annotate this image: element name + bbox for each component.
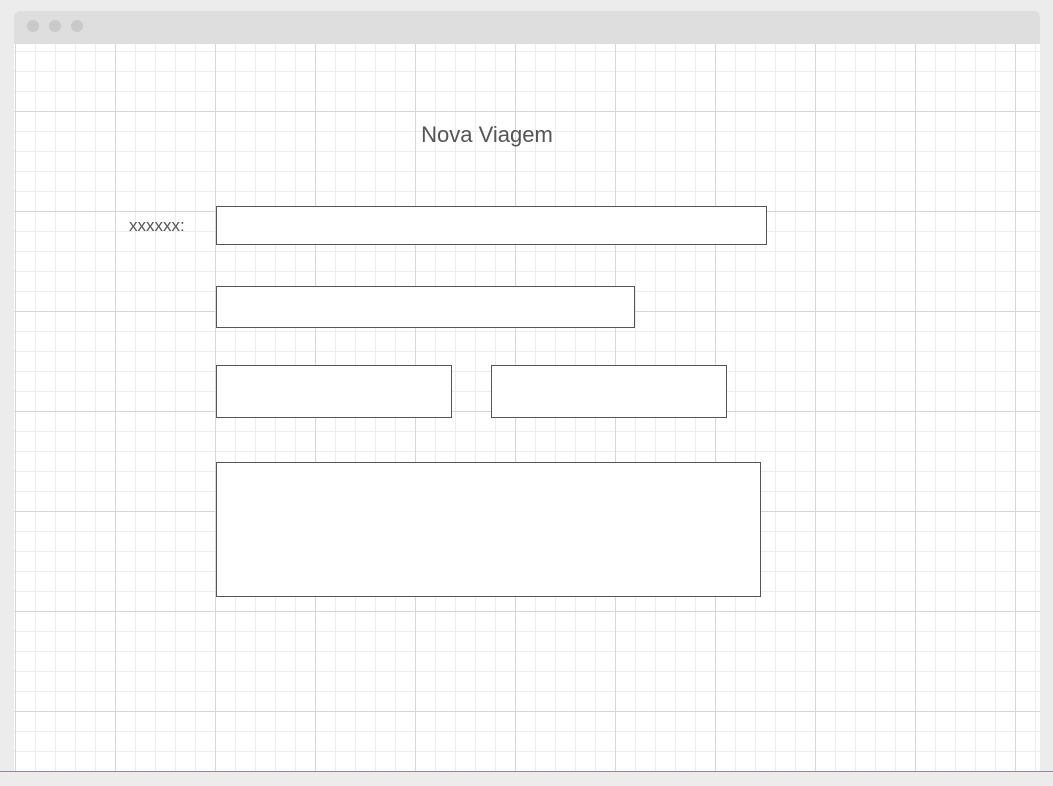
- browser-window: Nova Viagem xxxxxx:: [14, 11, 1040, 786]
- secondary-text-input[interactable]: [216, 286, 635, 328]
- window-titlebar: [14, 11, 1040, 44]
- field-label: xxxxxx:: [129, 216, 185, 235]
- main-text-input[interactable]: [216, 206, 767, 245]
- right-half-input[interactable]: [491, 365, 727, 418]
- maximize-window-icon[interactable]: [71, 20, 83, 32]
- minimize-window-icon[interactable]: [49, 20, 61, 32]
- left-half-input[interactable]: [216, 365, 452, 418]
- multiline-textarea[interactable]: [216, 462, 761, 597]
- page-title: Nova Viagem: [421, 122, 553, 147]
- bottom-strip: [0, 772, 1053, 786]
- close-window-icon[interactable]: [27, 20, 39, 32]
